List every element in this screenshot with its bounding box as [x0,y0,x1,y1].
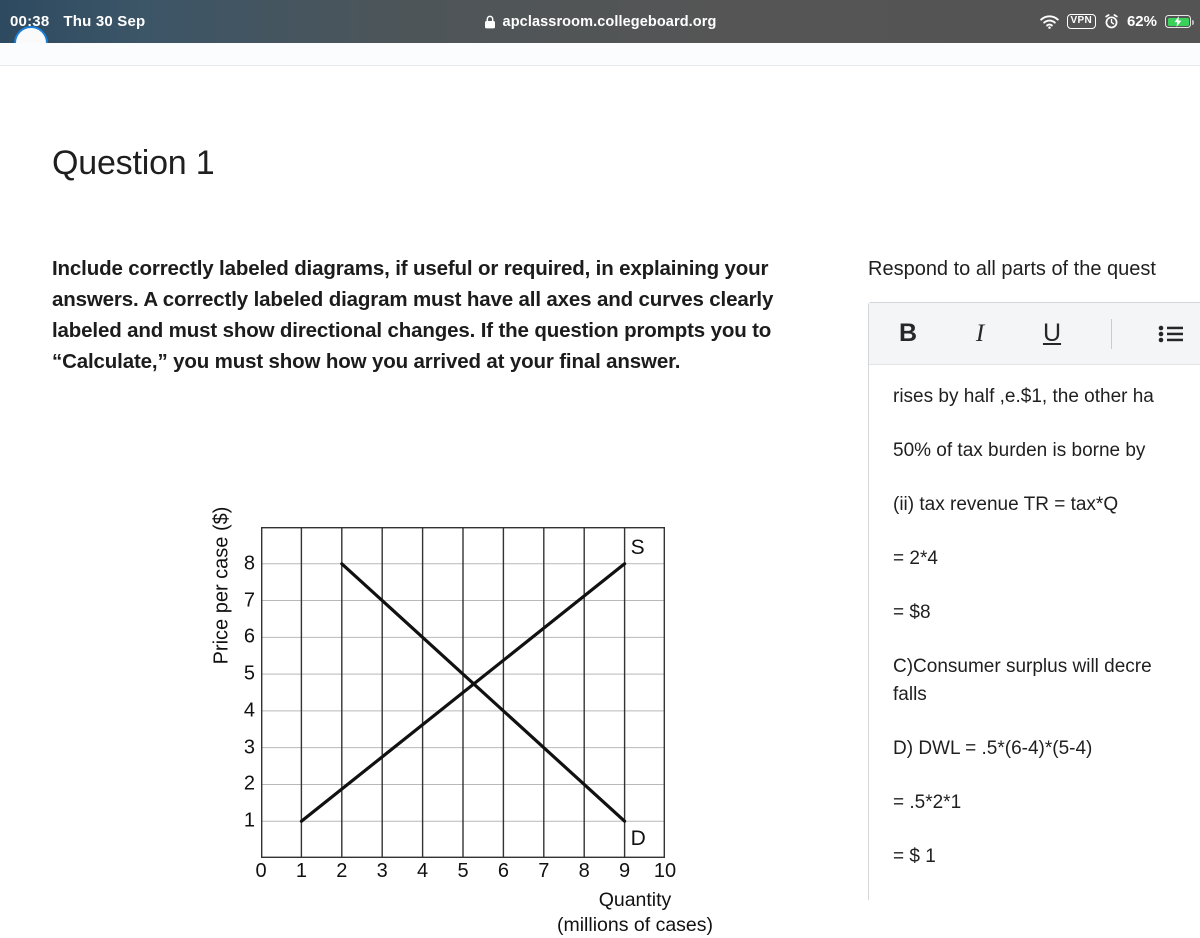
x-tick-0: 0 [255,860,267,882]
answer-paragraph: (ii) tax revenue TR = tax*Q [893,494,1119,515]
y-tick-3: 3 [243,736,255,759]
chart-x-axis-label-main: Quantity [598,889,672,911]
y-tick-6: 6 [243,625,255,648]
battery-charging-icon [1165,15,1194,28]
x-tick-4: 4 [417,860,429,882]
browser-url-display[interactable]: apclassroom.collegeboard.org [0,0,1200,43]
x-tick-5: 5 [457,860,469,882]
x-tick-10: 10 [653,860,677,882]
y-tick-5: 5 [243,662,255,685]
question-pane: Question 1 Include correctly labeled dia… [0,66,860,936]
editor-toolbar: B I U 1 2 3 [869,303,1200,365]
answer-paragraph: rises by half ,e.$1, the other ha [893,386,1154,407]
vpn-badge: VPN [1066,14,1096,29]
wifi-icon [1039,14,1059,29]
x-tick-9: 9 [619,860,631,882]
directions-text: Include correctly labeled diagrams, if u… [52,257,774,373]
y-tick-1: 1 [243,809,255,832]
y-tick-2: 2 [243,772,255,795]
answer-pane: Respond to all parts of the quest B I U … [860,66,1200,900]
y-tick-8: 8 [243,552,255,575]
y-tick-4: 4 [243,699,255,722]
curve-label-d: D [631,827,646,850]
x-tick-6: 6 [497,860,509,882]
curve-d [340,562,627,823]
x-tick-8: 8 [578,860,590,882]
ios-status-bar: 00:38 Thu 30 Sep apclassroom.collegeboar… [0,0,1200,43]
chart-y-tick-labels: 1 2 3 4 5 6 7 8 [225,527,255,858]
x-tick-7: 7 [538,860,550,882]
answer-paragraph: = $8 [893,602,931,623]
page-top-band [0,43,1200,65]
x-tick-3: 3 [376,860,388,882]
supply-demand-chart: Price per case ($) 12345678 SD 012345678… [180,456,714,936]
answer-paragraph: C)Consumer surplus will decre [893,656,1152,677]
toolbar-divider [1111,318,1112,349]
underline-button[interactable]: U [1037,319,1067,349]
rich-text-editor[interactable]: B I U 1 2 3 [868,302,1200,900]
url-text: apclassroom.collegeboard.org [502,13,717,30]
page-title: Question 1 [52,144,215,182]
status-bar-right: VPN 62% [1039,0,1194,43]
chart-x-tick-labels: 0 1 2 3 4 5 6 7 8 9 10 [255,860,676,886]
italic-button[interactable]: I [965,319,995,349]
answer-paragraph: = .5*2*1 [893,792,962,813]
answer-paragraph: D) DWL = .5*(6-4)*(5-4) [893,738,1093,759]
chart-x-axis-label-sub: (millions of cases) [556,914,714,936]
battery-percent-label: 62% [1126,13,1157,30]
answer-paragraph: = 2*4 [893,548,938,569]
y-tick-7: 7 [243,589,255,612]
answer-paragraph: falls [893,684,927,705]
curve-label-s: S [631,536,645,559]
x-tick-2: 2 [336,860,348,882]
bold-button[interactable]: B [893,319,923,349]
bulleted-list-icon[interactable] [1156,319,1186,349]
answer-paragraph: 50% of tax burden is borne by [893,440,1146,461]
respond-prompt: Respond to all parts of the quest [868,258,1156,280]
x-tick-1: 1 [295,860,307,882]
lock-icon [484,15,496,29]
alarm-clock-icon [1104,14,1119,29]
clock-date: Thu 30 Sep [63,13,146,30]
answer-paragraph: = $ 1 [893,846,936,867]
answer-text-body[interactable]: rises by half ,e.$1, the other ha 50% of … [869,365,1200,871]
chart-x-axis-label: Quantity (millions of cases) [510,888,760,938]
chart-plot-area: SD [261,527,665,858]
